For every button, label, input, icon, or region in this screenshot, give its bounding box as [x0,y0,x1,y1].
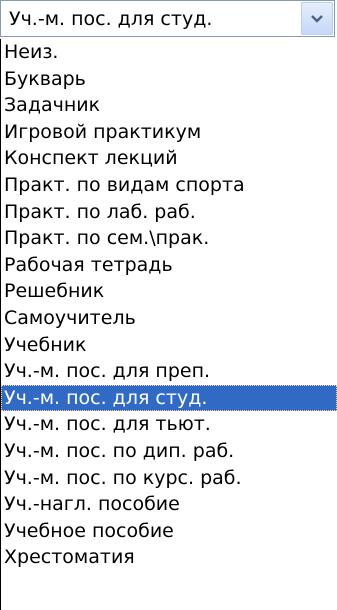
list-item[interactable]: Уч.-м. пос. по курс. раб. [1,465,337,492]
dropdown-list[interactable]: Неиз. Букварь Задачник Игровой практикум… [0,39,337,610]
list-item[interactable]: Игровой практикум [1,119,337,146]
list-item[interactable]: Учебник [1,332,337,359]
list-item[interactable]: Хрестоматия [1,544,337,571]
type-select[interactable]: Уч.-м. пос. для студ. [0,0,335,37]
list-item-selected[interactable]: Уч.-м. пос. для студ. [1,384,337,412]
list-item[interactable]: Уч.-м. пос. по дип. раб. [1,438,337,465]
select-value: Уч.-м. пос. для студ. [9,8,213,30]
list-item[interactable]: Конспект лекций [1,145,337,172]
list-item[interactable]: Решебник [1,278,337,305]
list-item[interactable]: Букварь [1,66,337,93]
list-item[interactable]: Уч.-м. пос. для тьют. [1,411,337,438]
list-item[interactable]: Неиз. [1,39,337,66]
chevron-down-icon [311,14,323,23]
list-item[interactable]: Учебное пособие [1,518,337,545]
list-item[interactable]: Уч.-м. пос. для преп. [1,358,337,385]
list-item[interactable]: Практ. по лаб. раб. [1,199,337,226]
dropdown-button[interactable] [301,2,333,35]
list-item[interactable]: Практ. по видам спорта [1,172,337,199]
list-item[interactable]: Практ. по сем.\прак. [1,225,337,252]
list-item[interactable]: Задачник [1,92,337,119]
list-item[interactable]: Самоучитель [1,305,337,332]
list-item[interactable]: Уч.-нагл. пособие [1,491,337,518]
list-item[interactable]: Рабочая тетрадь [1,252,337,279]
